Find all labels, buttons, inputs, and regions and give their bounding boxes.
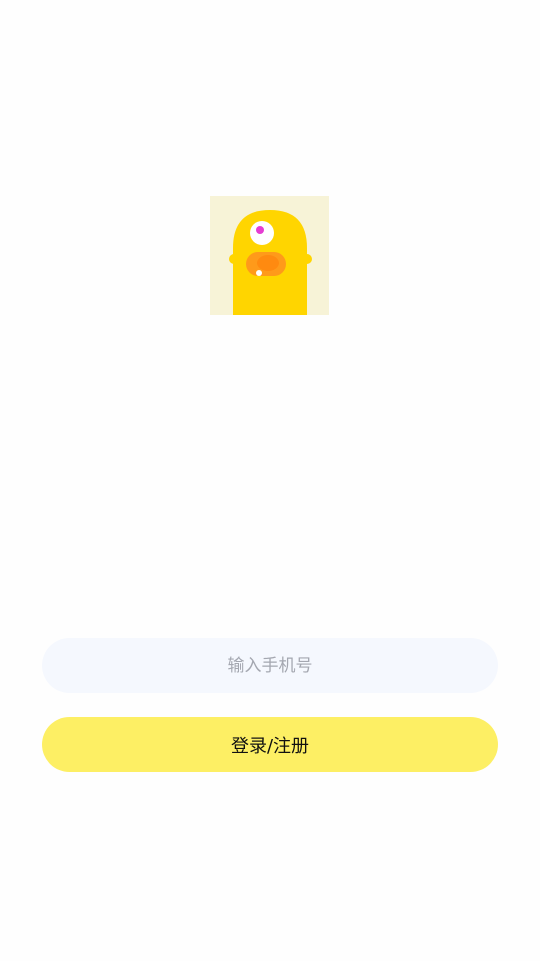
login-register-button[interactable]: 登录/注册 (42, 717, 498, 772)
mascot-icon (210, 196, 329, 315)
phone-input[interactable] (42, 637, 498, 694)
app-logo (210, 196, 329, 315)
phone-field[interactable] (42, 637, 498, 694)
